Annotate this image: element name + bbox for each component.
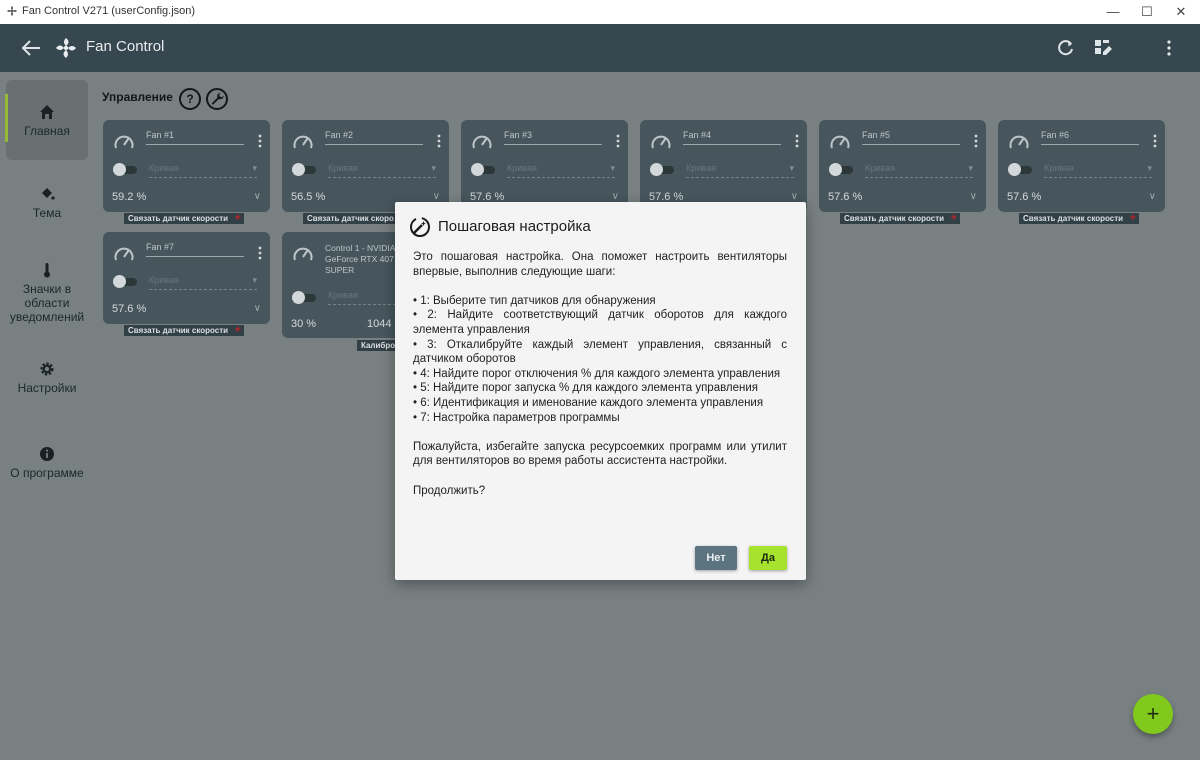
no-button[interactable]: Нет [695,546,737,570]
fan-logo-icon [56,38,76,58]
dialog-warning: Пожалуйста, избегайте запуска ресурсоемк… [413,440,787,468]
step-item: • 3: Откалибруйте каждый элемент управле… [413,338,787,366]
layout-edit-icon[interactable] [1093,38,1113,58]
wizard-icon [410,217,430,237]
close-button[interactable]: ✕ [1171,3,1191,21]
step-item: • 6: Идентификация и именование каждого … [413,396,764,409]
step-item: • 4: Найдите порог отключения % для кажд… [413,367,781,380]
more-vert-icon[interactable] [1159,38,1179,58]
app-bar: Fan Control [0,24,1200,72]
refresh-icon[interactable] [1056,38,1076,58]
window-title: Fan Control V271 (userConfig.json) [22,5,196,17]
maximize-button[interactable]: ☐ [1137,3,1157,21]
dialog-title: Пошаговая настройка [438,218,591,235]
add-button[interactable]: + [1133,694,1173,734]
step-item: • 1: Выберите тип датчиков для обнаружен… [413,294,656,307]
step-item: • 5: Найдите порог запуска % для каждого… [413,382,759,395]
step-item: • 2: Найдите соответствующий датчик обор… [413,309,787,336]
app-title: Fan Control [86,38,165,55]
window-titlebar: Fan Control V271 (userConfig.json) — ☐ ✕ [0,0,1200,24]
step-item: • 7: Настройка параметров программы [413,411,620,424]
minimize-button[interactable]: — [1103,3,1123,21]
yes-button[interactable]: Да [749,546,787,570]
dialog-intro: Это пошаговая настройка. Она поможет нас… [413,251,787,278]
back-arrow-icon[interactable] [20,38,42,58]
dialog-body: Это пошаговая настройка. Она поможет нас… [413,250,787,498]
fan-logo-icon [7,6,17,16]
dialog-question: Продолжить? [413,484,486,497]
setup-wizard-dialog: Пошаговая настройка Это пошаговая настро… [395,202,806,580]
